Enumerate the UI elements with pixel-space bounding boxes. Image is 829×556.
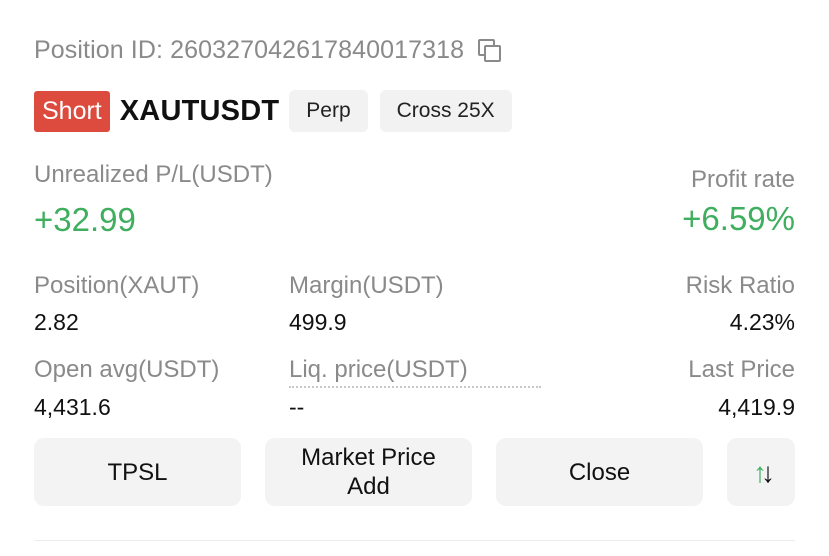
unrealized-pnl-value: +32.99 [34, 201, 136, 238]
margin-label: Margin(USDT) [289, 272, 444, 299]
swap-position-button[interactable]: ↑↓ [727, 438, 795, 506]
risk-ratio-label: Risk Ratio [685, 272, 795, 299]
risk-ratio-value: 4.23% [729, 309, 795, 335]
market-add-label-line1: Market Price [301, 444, 436, 471]
position-id: Position ID: 260327042617840017318 [34, 36, 465, 64]
unrealized-pnl-label: Unrealized P/L(USDT) [34, 161, 273, 188]
position-size-label: Position(XAUT) [34, 272, 200, 299]
last-price-value: 4,419.9 [718, 394, 795, 420]
last-price-label: Last Price [688, 356, 795, 383]
close-button-label: Close [568, 458, 631, 486]
open-avg-label: Open avg(USDT) [34, 356, 220, 383]
side-badge: Short [34, 90, 110, 132]
copy-icon[interactable] [476, 37, 504, 65]
position-id-row: Position ID: 260327042617840017318 [34, 36, 504, 65]
close-position-button[interactable]: Close [496, 438, 703, 506]
market-price-add-button[interactable]: Market Price Add [265, 438, 472, 506]
liq-price-label[interactable]: Liq. price(USDT) [289, 356, 541, 388]
position-size-value: 2.82 [34, 309, 79, 335]
liq-price-value: -- [289, 394, 305, 420]
contract-type-tag: Perp [289, 90, 368, 132]
swap-position-icon: ↑↓ [753, 456, 775, 488]
tpsl-button[interactable]: TPSL [34, 438, 241, 506]
position-title-row: Short XAUTUSDT Perp Cross 25X [34, 90, 512, 132]
leverage-tag[interactable]: Cross 25X [379, 90, 512, 132]
symbol-name: XAUTUSDT [119, 94, 280, 127]
profit-rate-value: +6.59% [682, 200, 795, 237]
tpsl-button-label: TPSL [107, 458, 168, 486]
market-add-label-line2: Add [347, 473, 390, 500]
bottom-divider [34, 540, 795, 541]
margin-value: 499.9 [289, 309, 347, 335]
open-avg-value: 4,431.6 [34, 394, 111, 420]
profit-rate-label: Profit rate [690, 166, 795, 193]
